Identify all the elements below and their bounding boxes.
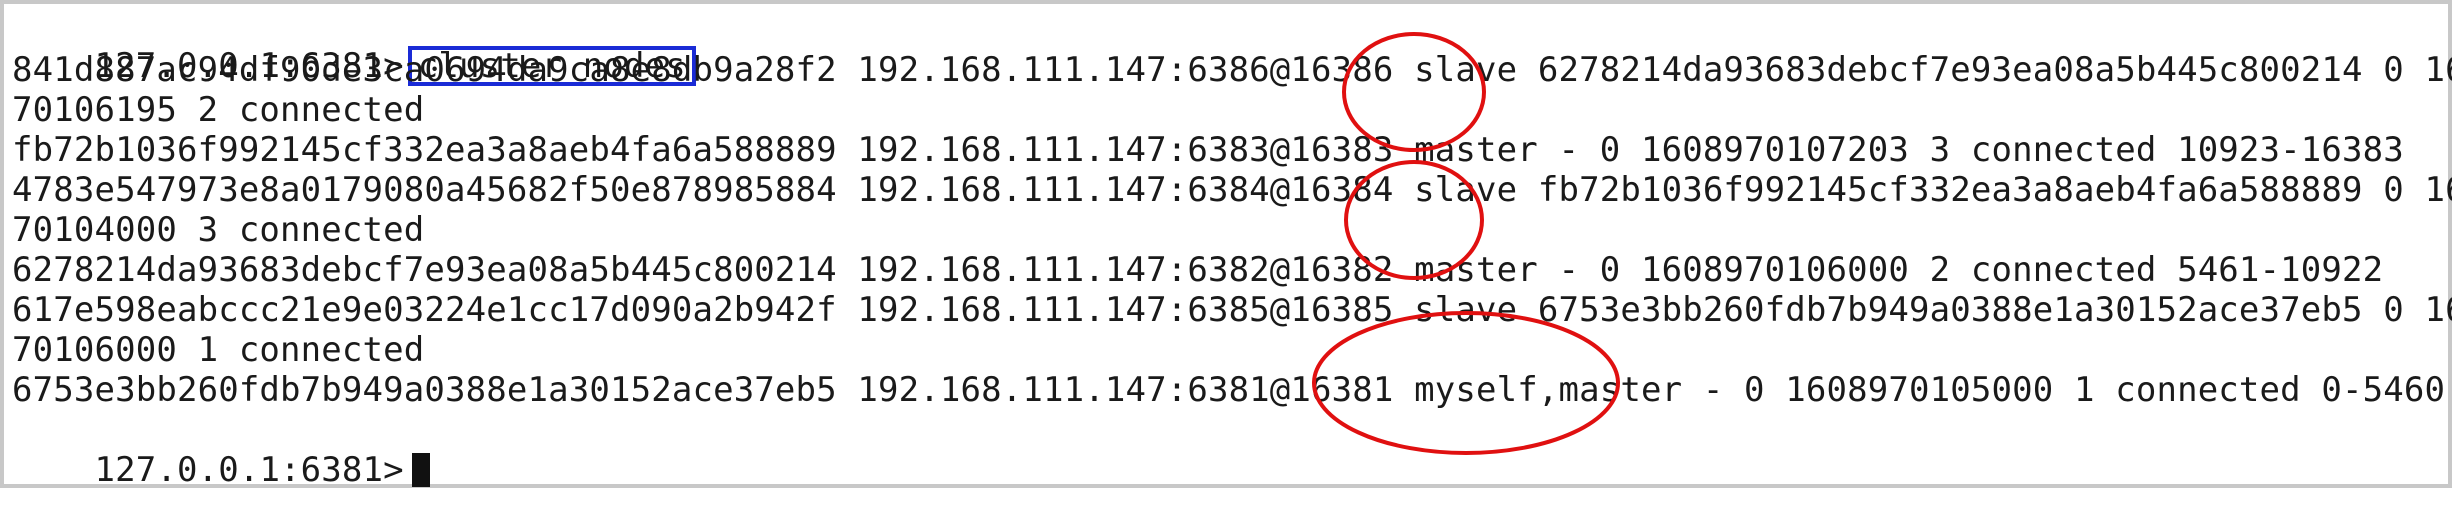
output-line: 6278214da93683debcf7e93ea08a5b445c800214… — [12, 250, 2384, 290]
output-line: 617e598eabccc21e9e03224e1cc17d090a2b942f… — [12, 290, 2452, 330]
output-line: 70104000 3 connected — [12, 210, 425, 250]
output-line: 4783e547973e8a0179080a45682f50e878985884… — [12, 170, 2452, 210]
final-prompt: 127.0.0.1:6381> — [94, 450, 404, 490]
output-line: 841d887ac94df90de3ca0694da9ca8e8db9a28f2… — [12, 50, 2452, 90]
output-line: 70106195 2 connected — [12, 90, 425, 130]
final-prompt-line[interactable]: 127.0.0.1:6381> — [12, 410, 430, 490]
text-cursor — [411, 453, 430, 487]
output-line: 70106000 1 connected — [12, 330, 425, 370]
output-line: fb72b1036f992145cf332ea3a8aeb4fa6a588889… — [12, 130, 2404, 170]
output-line: 6753e3bb260fdb7b949a0388e1a30152ace37eb5… — [12, 370, 2446, 410]
command-line: 127.0.0.1:6381> cluster nodes — [12, 6, 696, 86]
terminal-window[interactable]: 127.0.0.1:6381> cluster nodes 841d887ac94… — [0, 0, 2452, 490]
